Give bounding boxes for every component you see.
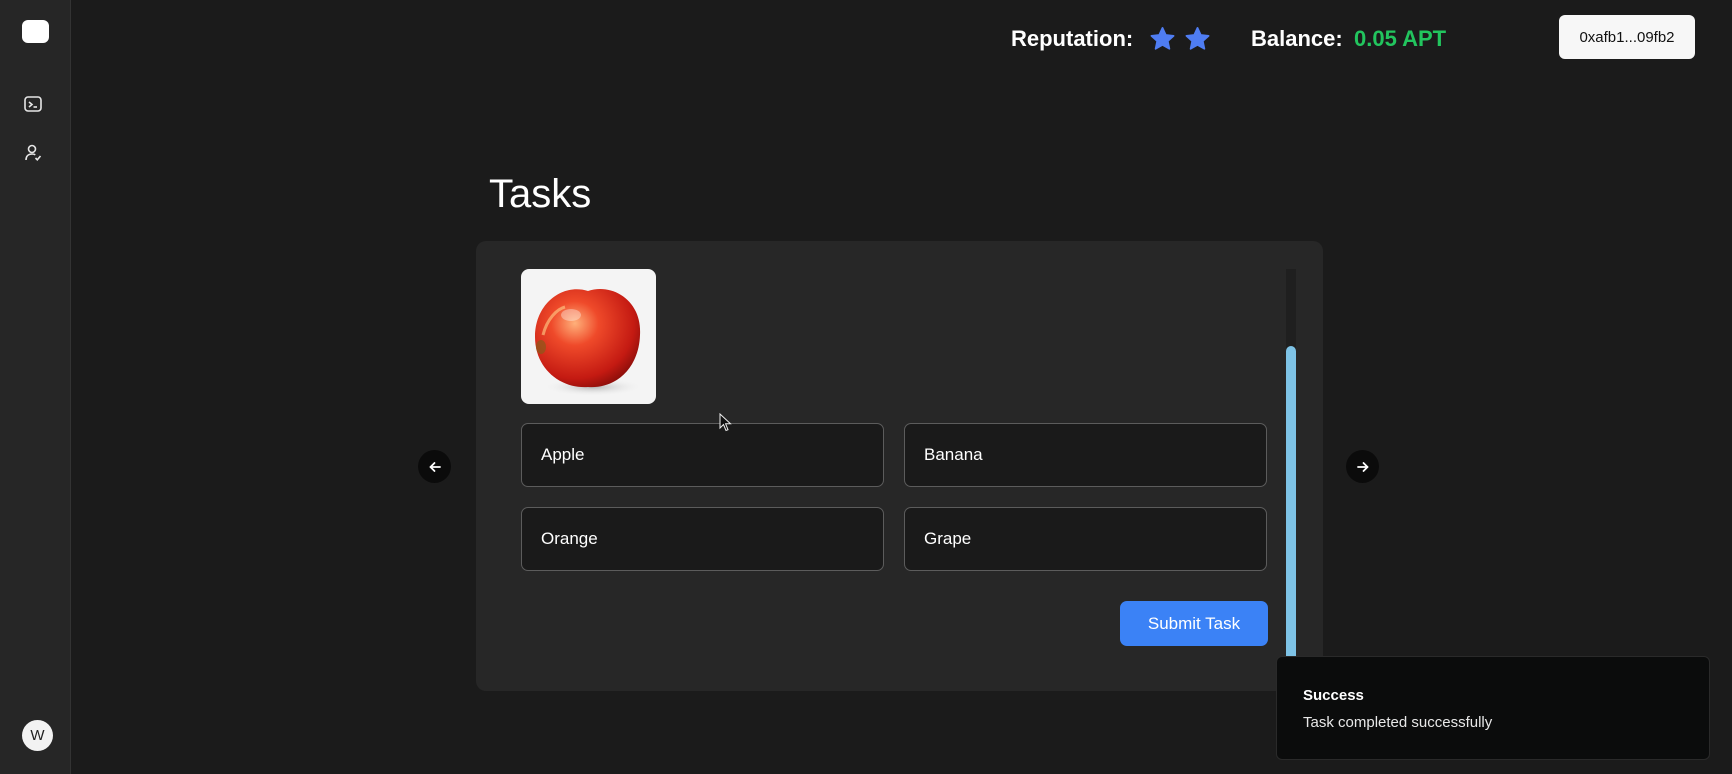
- submit-label: Submit Task: [1147, 613, 1241, 633]
- option-apple[interactable]: Apple: [521, 423, 884, 487]
- balance-value: 0.05 APT: [1354, 26, 1447, 51]
- star-icon: [1185, 27, 1210, 50]
- option-label: Orange: [541, 529, 598, 548]
- avatar-letter: W: [30, 727, 45, 744]
- toast-message: Task completed successfully: [1303, 714, 1493, 731]
- previous-task-button[interactable]: [418, 450, 451, 483]
- task-card: Apple Banana Orange Grape Submit Task: [476, 241, 1323, 691]
- reputation-stars: [1148, 25, 1212, 53]
- scrollbar-thumb[interactable]: [1286, 346, 1296, 681]
- sidebar: W: [0, 0, 71, 774]
- reputation-label: Reputation:: [1011, 26, 1134, 51]
- option-banana[interactable]: Banana: [904, 423, 1267, 487]
- apple-image: [535, 288, 643, 396]
- option-label: Grape: [924, 529, 972, 548]
- mouse-cursor-icon: [719, 413, 732, 432]
- wallet-address: 0xafb1...09fb2: [1579, 28, 1675, 46]
- option-grape[interactable]: Grape: [904, 507, 1267, 571]
- wallet-address-button[interactable]: 0xafb1...09fb2: [1559, 15, 1695, 59]
- option-label: Apple: [541, 445, 585, 464]
- app-logo[interactable]: [22, 20, 49, 43]
- option-label: Banana: [924, 445, 983, 464]
- user-check-icon[interactable]: [22, 142, 44, 164]
- submit-task-button[interactable]: Submit Task: [1120, 601, 1268, 646]
- terminal-icon[interactable]: [22, 93, 44, 115]
- star-icon: [1150, 27, 1175, 50]
- balance-label: Balance:: [1251, 26, 1343, 51]
- avatar[interactable]: W: [22, 720, 53, 751]
- next-task-button[interactable]: [1346, 450, 1379, 483]
- success-toast: Success Task completed successfully: [1276, 656, 1710, 760]
- arrow-right-icon: [1356, 461, 1368, 472]
- arrow-left-icon: [429, 461, 441, 472]
- toast-title: Success: [1303, 687, 1364, 704]
- option-orange[interactable]: Orange: [521, 507, 884, 571]
- page-title: Tasks: [489, 172, 592, 216]
- task-image: [521, 269, 656, 404]
